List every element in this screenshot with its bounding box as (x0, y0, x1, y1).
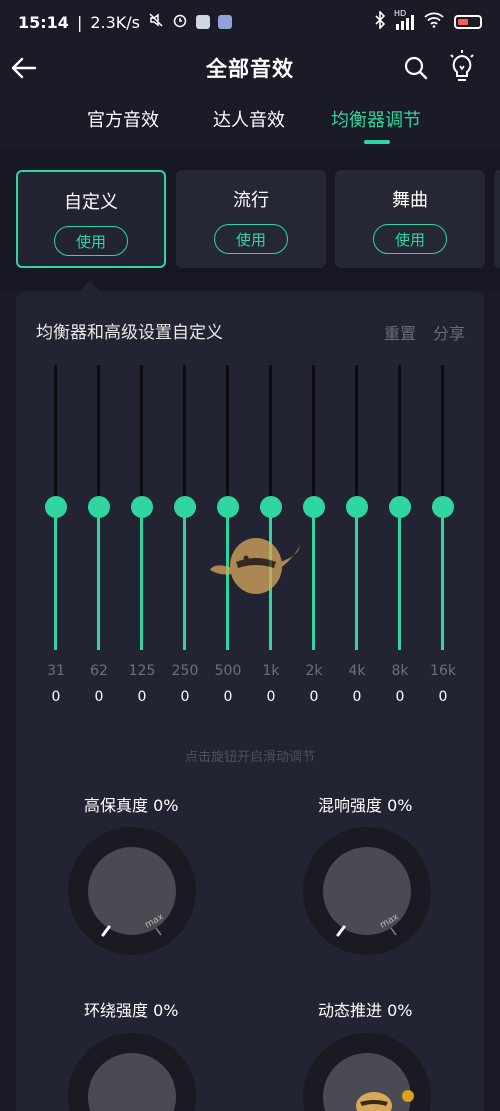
band-frequency: 16k (430, 663, 456, 679)
slider-fill (183, 507, 186, 650)
alarm-icon (172, 12, 188, 32)
slider-knob[interactable] (45, 496, 67, 518)
status-bar: 15:14 | 2.3K/s HD (0, 0, 500, 44)
slider-track (140, 365, 143, 507)
status-divider: | (76, 12, 83, 32)
dial-label-fidelity: 高保真度 0% (84, 796, 179, 815)
preset-name: 自定义 (64, 192, 118, 213)
eq-band-2k[interactable]: 2k 0 (299, 365, 329, 710)
slider-track (226, 365, 229, 507)
slider-fill (355, 507, 358, 650)
slider-fill (312, 507, 315, 650)
tab-official[interactable]: 官方音效 (87, 106, 159, 132)
dial-label-surround: 环绕强度 0% (84, 1001, 179, 1020)
eq-band-31[interactable]: 31 0 (41, 365, 71, 710)
preset-card-custom[interactable]: 自定义 使用 (16, 170, 166, 268)
search-icon[interactable] (400, 52, 432, 84)
tab-equalizer[interactable]: 均衡器调节 (331, 106, 421, 132)
app-icon (196, 15, 210, 29)
dial-surround[interactable]: max (67, 1032, 197, 1111)
tab-creator[interactable]: 达人音效 (213, 106, 285, 132)
slider-knob[interactable] (432, 496, 454, 518)
slider-fill (97, 507, 100, 650)
slider-track (54, 365, 57, 507)
network-type: HD (394, 8, 407, 18)
slider-knob[interactable] (88, 496, 110, 518)
eq-band-16k[interactable]: 16k 0 (428, 365, 458, 710)
wifi-icon (424, 12, 444, 32)
status-right: HD (374, 9, 482, 33)
preset-card-pop[interactable]: 流行 使用 (176, 170, 326, 268)
app-icon (218, 15, 232, 29)
header: 全部音效 (0, 44, 500, 92)
slider-track (398, 365, 401, 507)
eq-band-250[interactable]: 250 0 (170, 365, 200, 710)
equalizer-title: 均衡器和高级设置自定义 (36, 323, 223, 343)
lightbulb-icon[interactable] (446, 48, 478, 86)
watermark-mascot-small (338, 1082, 418, 1111)
slider-knob[interactable] (389, 496, 411, 518)
signal-icon: HD (394, 9, 414, 30)
reset-button[interactable]: 重置 (384, 320, 416, 344)
use-button[interactable]: 使用 (54, 226, 128, 256)
status-speed: 2.3K/s (90, 12, 140, 32)
slider-knob[interactable] (346, 496, 368, 518)
slider-fill (54, 507, 57, 650)
slider-track (183, 365, 186, 507)
back-arrow-icon[interactable] (6, 50, 42, 86)
share-button[interactable]: 分享 (433, 320, 465, 344)
dial-label-reverb: 混响强度 0% (318, 796, 413, 815)
slider-fill (140, 507, 143, 650)
tab-indicator (364, 140, 390, 144)
dial-reverb[interactable]: max (302, 826, 432, 956)
slider-knob[interactable] (260, 496, 282, 518)
eq-band-62[interactable]: 62 0 (84, 365, 114, 710)
slider-knob[interactable] (217, 496, 239, 518)
eq-band-125[interactable]: 125 0 (127, 365, 157, 710)
eq-band-4k[interactable]: 4k 0 (342, 365, 372, 710)
slider-fill (441, 507, 444, 650)
bluetooth-icon (374, 10, 386, 33)
mute-icon (148, 12, 164, 32)
status-left: 15:14 | 2.3K/s (18, 12, 232, 32)
slider-knob[interactable] (174, 496, 196, 518)
use-button[interactable]: 使用 (373, 224, 447, 254)
slider-track (312, 365, 315, 507)
dial-hint: 点击旋钮开启滑动调节 (184, 750, 315, 765)
dial-label-dynamic: 动态推进 0% (318, 1001, 413, 1020)
watermark-mascot (206, 532, 302, 598)
preset-card-partial[interactable] (494, 170, 500, 268)
preset-name: 流行 (233, 190, 269, 211)
slider-knob[interactable] (303, 496, 325, 518)
use-button[interactable]: 使用 (214, 224, 288, 254)
slider-track (269, 365, 272, 507)
status-time: 15:14 (18, 12, 69, 32)
slider-track (97, 365, 100, 507)
slider-knob[interactable] (131, 496, 153, 518)
eq-band-8k[interactable]: 8k 0 (385, 365, 415, 710)
slider-fill (398, 507, 401, 650)
page-title: 全部音效 (206, 57, 294, 81)
preset-name: 舞曲 (392, 190, 428, 211)
preset-card-dance[interactable]: 舞曲 使用 (335, 170, 485, 268)
dial-fidelity[interactable]: max (67, 826, 197, 956)
tab-bar: 官方音效 达人音效 均衡器调节 (0, 96, 500, 144)
battery-icon (454, 15, 482, 29)
slider-track (441, 365, 444, 507)
band-value: 0 (438, 689, 448, 705)
slider-track (355, 365, 358, 507)
